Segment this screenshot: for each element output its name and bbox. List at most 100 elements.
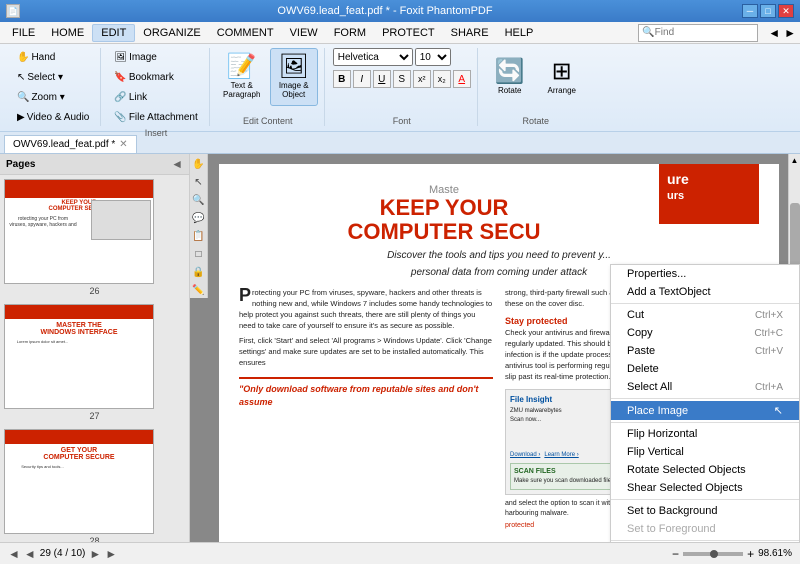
minimize-button[interactable]: ─ <box>742 4 758 18</box>
nav-last-button[interactable]: ► <box>105 547 117 561</box>
ctx-flip-vertical[interactable]: Flip Vertical <box>611 443 799 461</box>
video-icon: ▶ <box>17 112 25 123</box>
ctx-cut[interactable]: Cut Ctrl+X <box>611 306 799 324</box>
link-learn-more[interactable]: Learn More › <box>544 451 578 460</box>
ctx-flip-horizontal[interactable]: Flip Horizontal <box>611 425 799 443</box>
ribbon-group-edit-content: 📝 Text & Paragraph 🖼 Image &Object Edit … <box>212 48 325 126</box>
ribbon-group-font: Helvetica 10 B I U S x² x₂ A Font <box>327 48 478 126</box>
superscript-button[interactable]: x² <box>413 70 431 88</box>
zoom-thumb <box>710 550 718 558</box>
menu-comment[interactable]: COMMENT <box>209 24 282 42</box>
italic-button[interactable]: I <box>353 70 371 88</box>
ctx-sep-5 <box>611 540 799 541</box>
thumb-img-27: MASTER THEWINDOWS INTERFACE Lorem ipsum … <box>4 304 154 409</box>
arrange-icon: ⊞ <box>552 60 572 84</box>
close-button[interactable]: ✕ <box>778 4 794 18</box>
bold-button[interactable]: B <box>333 70 351 88</box>
font-size-select[interactable]: 10 <box>415 48 451 66</box>
maximize-button[interactable]: □ <box>760 4 776 18</box>
tab-bar: OWV69.lead_feat.pdf * ✕ <box>0 132 800 154</box>
ctx-select-all[interactable]: Select All Ctrl+A <box>611 378 799 396</box>
ctx-add-textobject[interactable]: Add a TextObject <box>611 283 799 301</box>
menu-file[interactable]: FILE <box>4 24 43 42</box>
nav-prev-button[interactable]: ◄ <box>24 547 36 561</box>
ctx-delete[interactable]: Delete <box>611 360 799 378</box>
page-thumb-28[interactable]: GET YOURCOMPUTER SECURE Security tips an… <box>4 429 185 542</box>
menu-protect[interactable]: PROTECT <box>374 24 443 42</box>
zoom-in-button[interactable]: + <box>747 547 754 561</box>
menu-home[interactable]: HOME <box>43 24 92 42</box>
ctx-sep-4 <box>611 499 799 500</box>
menu-form[interactable]: FORM <box>326 24 374 42</box>
sidebar-comments-icon[interactable]: 💬 <box>191 210 207 226</box>
sidebar-lock-icon[interactable]: 🔒 <box>191 264 207 280</box>
main-area: Pages ◄ KEEP YOURCOMPUTER SECURE rotecti… <box>0 154 800 542</box>
sidebar-shapes-icon[interactable]: □ <box>191 246 207 262</box>
search-input[interactable] <box>655 27 755 38</box>
attachment-icon: 📎 <box>114 112 126 123</box>
menu-view[interactable]: VIEW <box>282 24 326 42</box>
ctx-copy[interactable]: Copy Ctrl+C <box>611 324 799 342</box>
group-label-font: Font <box>393 116 411 126</box>
font-color-button[interactable]: A <box>453 70 471 88</box>
page-num-26: 26 <box>4 286 185 296</box>
link-download[interactable]: Download › <box>510 451 540 460</box>
dropcap: P <box>239 288 251 303</box>
arrange-button[interactable]: ⊞ Arrange <box>538 48 586 106</box>
search-area: 🔍 ◄ ► <box>638 24 796 42</box>
ctx-place-image[interactable]: Place Image ↖ <box>611 401 799 420</box>
search-next-icon[interactable]: ► <box>784 26 796 40</box>
page-thumb-27[interactable]: MASTER THEWINDOWS INTERFACE Lorem ipsum … <box>4 304 185 421</box>
thumb-img-28: GET YOURCOMPUTER SECURE Security tips an… <box>4 429 154 534</box>
menu-help[interactable]: HELP <box>497 24 542 42</box>
subscript-button[interactable]: x₂ <box>433 70 451 88</box>
nav-first-button[interactable]: ◄ <box>8 547 20 561</box>
doc-tab-close[interactable]: ✕ <box>119 139 127 150</box>
pages-panel-toggle[interactable]: ◄ <box>171 157 183 171</box>
text-paragraph-button[interactable]: 📝 Text & Paragraph <box>218 48 266 106</box>
hand-button[interactable]: ✋ Hand <box>12 48 94 66</box>
strikethrough-button[interactable]: S <box>393 70 411 88</box>
menu-edit[interactable]: EDIT <box>92 24 135 42</box>
window-controls[interactable]: ─ □ ✕ <box>742 4 794 18</box>
image-object-button[interactable]: 🖼 Image &Object <box>270 48 318 106</box>
ribbon-group-rotate: 🔄 Rotate ⊞ Arrange Rotate <box>480 48 592 126</box>
sidebar-stamp-icon[interactable]: 📋 <box>191 228 207 244</box>
underline-button[interactable]: U <box>373 70 391 88</box>
sidebar-select-icon[interactable]: ↖ <box>191 174 207 190</box>
ctx-properties[interactable]: Properties... <box>611 265 799 283</box>
search-prev-icon[interactable]: ◄ <box>768 26 780 40</box>
sidebar-zoom-icon[interactable]: 🔍 <box>191 192 207 208</box>
menu-organize[interactable]: ORGANIZE <box>135 24 208 42</box>
menu-share[interactable]: SHARE <box>443 24 497 42</box>
ctx-shear-objects[interactable]: Shear Selected Objects <box>611 479 799 497</box>
status-nav: ◄ ◄ 29 (4 / 10) ► ► <box>8 547 117 561</box>
doc-tab-name: OWV69.lead_feat.pdf * <box>13 139 115 150</box>
zoom-out-button[interactable]: − <box>672 547 679 561</box>
video-button[interactable]: ▶ Video & Audio <box>12 108 94 126</box>
group-label-edit-content: Edit Content <box>243 116 293 126</box>
group-label-rotate: Rotate <box>522 116 549 126</box>
select-button[interactable]: ↖ Select ▾ <box>12 68 94 86</box>
nav-next-button[interactable]: ► <box>89 547 101 561</box>
sidebar-hand-icon[interactable]: ✋ <box>191 156 207 172</box>
zoom-slider[interactable] <box>683 552 743 556</box>
window-icon: 📄 <box>6 4 20 18</box>
image-button[interactable]: 🖼 Image <box>109 48 202 66</box>
zoom-button[interactable]: 🔍 Zoom ▾ <box>12 88 94 106</box>
rotate-button[interactable]: 🔄 Rotate <box>486 48 534 106</box>
search-box[interactable]: 🔍 <box>638 24 758 42</box>
ctx-rotate-objects[interactable]: Rotate Selected Objects <box>611 461 799 479</box>
pages-panel-header: Pages ◄ <box>0 154 189 175</box>
link-button[interactable]: 🔗 Link <box>109 88 202 106</box>
scroll-up-button[interactable]: ▲ <box>791 156 799 165</box>
ctx-paste[interactable]: Paste Ctrl+V <box>611 342 799 360</box>
file-attachment-button[interactable]: 📎 File Attachment <box>109 108 202 126</box>
document-tab[interactable]: OWV69.lead_feat.pdf * ✕ <box>4 135 137 153</box>
image-obj-icon: 🖼 <box>279 55 309 79</box>
bookmark-button[interactable]: 🔖 Bookmark <box>109 68 202 86</box>
page-thumb-26[interactable]: KEEP YOURCOMPUTER SECURE rotecting your … <box>4 179 185 296</box>
ctx-set-background[interactable]: Set to Background <box>611 502 799 520</box>
sidebar-pen-icon[interactable]: ✏️ <box>191 282 207 298</box>
font-family-select[interactable]: Helvetica <box>333 48 413 66</box>
